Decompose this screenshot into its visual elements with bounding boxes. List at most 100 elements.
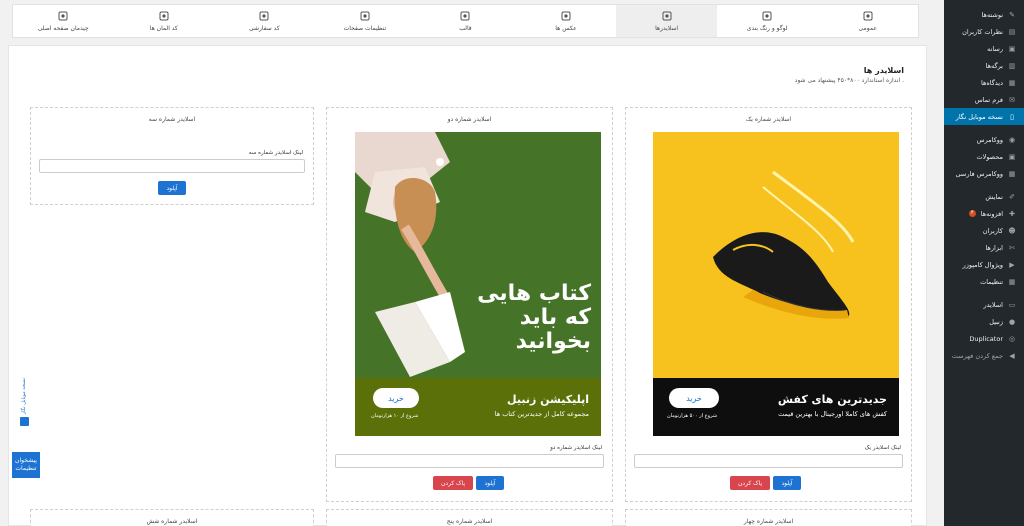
tab-label: چیدمان صفحه اصلی xyxy=(37,24,89,32)
layout-icon xyxy=(58,11,69,22)
clear-button[interactable]: پاک کردن xyxy=(433,476,473,490)
link-label: لینک اسلایدر شماره دو xyxy=(550,445,602,451)
scroll-gutter xyxy=(930,0,944,526)
page-icon: ▥ xyxy=(1008,61,1016,70)
tab-label: عمومی xyxy=(858,24,877,32)
mobile-version-side-link[interactable]: نسخه موبایل نگار xyxy=(14,378,34,448)
sidebar-item-16[interactable]: ▶ ویژوال کامپوزر xyxy=(944,256,1024,273)
banner-price: شروع از ۵۰۰ هزارتومان xyxy=(667,413,718,419)
settings-tab-bar: عمومی لوگو و رنگ بندی اسلایدرها عکس ها قالب ت… xyxy=(12,4,919,38)
sidebar-item-2[interactable]: ▣ رسانه xyxy=(944,40,1024,57)
banner-description: مجموعه کامل از جدیدترین کتاب ها xyxy=(494,410,589,418)
tab-2[interactable]: اسلایدرها xyxy=(616,5,717,37)
tab-4[interactable]: قالب xyxy=(415,5,516,37)
sidebar-item-label: دیدگاه‌ها xyxy=(980,78,1003,87)
slider-image-2[interactable]: کتاب هایی که باید بخوانید اپلیکیشن زنبیل… xyxy=(355,132,601,436)
sidebar-item-6[interactable]: ▯ نسخه موبایل نگار xyxy=(944,108,1024,125)
tab-8[interactable]: چیدمان صفحه اصلی xyxy=(13,5,114,37)
sidebar-item-13[interactable]: ✚ افزونه‌ها ۴ xyxy=(944,205,1024,222)
sidebar-item-label: فرم تماس xyxy=(974,95,1003,104)
slider-link-input-3[interactable] xyxy=(39,159,305,173)
banner-heading: جدیدترین های کفش xyxy=(777,393,887,406)
active-menu-arrow xyxy=(939,112,944,122)
slider-slot-2: اسلایدر شماره دو کتاب هایی که باید بخوان… xyxy=(326,107,613,502)
tab-label: لوگو و رنگ بندی xyxy=(746,24,788,32)
bucket-icon xyxy=(762,11,773,22)
sidebar-item-9[interactable]: ▣ محصولات xyxy=(944,148,1024,165)
sidebar-item-label: نوشته‌ها xyxy=(981,10,1003,19)
sidebar-item-label: نمایش xyxy=(985,192,1003,201)
comments-icon: ▦ xyxy=(1008,78,1016,87)
slider-image-1[interactable]: جدیدترین های کفش کفش های کاملا اورجینال … xyxy=(653,132,899,436)
tab-label: کد المان ها xyxy=(149,24,178,32)
update-count-badge: ۴ xyxy=(968,210,976,217)
sidebar-item-label: ابزارها xyxy=(985,243,1003,252)
sidebar-item-label: تنظیمات xyxy=(980,277,1003,286)
tab-0[interactable]: عمومی xyxy=(817,5,918,37)
mail-icon: ✉ xyxy=(1009,95,1015,104)
sidebar-item-20[interactable]: ● زنبیل xyxy=(944,313,1024,330)
sidebar-item-label: نظرات کاربران xyxy=(962,27,1003,36)
float-line-2: تنظیمات xyxy=(15,465,37,472)
box-icon: ▣ xyxy=(1008,152,1016,161)
sidebar-item-21[interactable]: ◎ Duplicator xyxy=(944,330,1024,347)
layers-icon xyxy=(862,11,873,22)
sidebar-item-12[interactable]: ✐ نمایش xyxy=(944,188,1024,205)
sidebar-item-label: زنبیل xyxy=(989,317,1003,326)
slider-icon: ▭ xyxy=(1008,300,1016,309)
tab-7[interactable]: کد المان ها xyxy=(114,5,215,37)
slot-title: اسلایدر شماره شش xyxy=(146,518,198,525)
tab-3[interactable]: عکس ها xyxy=(516,5,617,37)
link-label: لینک اسلایدر یک xyxy=(864,445,901,451)
settings-icon: ▦ xyxy=(1008,277,1016,286)
sidebar-item-15[interactable]: ✄ ابزارها xyxy=(944,239,1024,256)
comment-icon: ▤ xyxy=(1008,27,1016,36)
slider-slot-4: اسلایدر شماره چهار xyxy=(625,509,912,526)
gear-icon xyxy=(158,11,169,22)
slider-link-input-2[interactable] xyxy=(335,454,604,468)
image-icon xyxy=(661,11,672,22)
coin-icon: ● xyxy=(1008,317,1016,326)
banner-big-line-2: که باید xyxy=(519,305,591,330)
tab-label: تنظیمات صفحات xyxy=(343,24,387,32)
banner-big-line-1: کتاب هایی xyxy=(477,281,591,306)
tab-label: اسلایدرها xyxy=(655,24,679,32)
upload-button[interactable]: آپلود xyxy=(773,476,801,490)
sidebar-item-label: کاربران xyxy=(982,226,1003,235)
sidebar-item-0[interactable]: ✎ نوشته‌ها xyxy=(944,6,1024,23)
upload-button[interactable]: آپلود xyxy=(476,476,504,490)
sidebar-item-4[interactable]: ▦ دیدگاه‌ها xyxy=(944,74,1024,91)
woo-fa-icon: ▦ xyxy=(1008,169,1016,178)
sidebar-item-19[interactable]: ▭ اسلایدر xyxy=(944,296,1024,313)
slot-title: اسلایدر شماره یک xyxy=(745,116,792,123)
shoe-photo xyxy=(653,132,899,378)
sidebar-item-label: ویژوال کامپوزر xyxy=(962,260,1003,269)
tab-label: قالب xyxy=(459,24,472,32)
sidebar-item-label: ووکامرس فارسی xyxy=(955,169,1003,178)
upload-button[interactable]: آپلود xyxy=(158,181,186,195)
sidebar-item-label: برگه‌ها xyxy=(985,61,1003,70)
slider-link-input-1[interactable] xyxy=(634,454,903,468)
sidebar-item-10[interactable]: ▦ ووکامرس فارسی xyxy=(944,165,1024,182)
side-link-text: نسخه موبایل نگار xyxy=(21,378,27,415)
sidebar-item-label: نسخه موبایل نگار xyxy=(955,112,1003,121)
sidebar-item-5[interactable]: ✉ فرم تماس xyxy=(944,91,1024,108)
tab-6[interactable]: کد سفارشی xyxy=(214,5,315,37)
dashboard-settings-button[interactable]: پیشخوان تنظیمات xyxy=(12,452,40,478)
tab-1[interactable]: لوگو و رنگ بندی xyxy=(717,5,818,37)
sidebar-item-label: جمع کردن فهرست xyxy=(951,351,1003,360)
sidebar-item-8[interactable]: ◉ ووکامرس xyxy=(944,131,1024,148)
sliders-panel: اسلایدر ها اندازه استاندارد ۸۰۰*۴۵۰ پیشن… xyxy=(8,45,927,526)
sidebar-item-label: اسلایدر xyxy=(983,300,1004,309)
slider-slot-5: اسلایدر شماره پنج xyxy=(326,509,613,526)
sidebar-item-1[interactable]: ▤ نظرات کاربران xyxy=(944,23,1024,40)
wrench-icon: ✄ xyxy=(1009,243,1015,252)
clear-button[interactable]: پاک کردن xyxy=(730,476,770,490)
sidebar-item-17[interactable]: ▦ تنظیمات xyxy=(944,273,1024,290)
banner-price: شروع از ۱۰ هزارتومان xyxy=(371,413,419,419)
sidebar-item-14[interactable]: ☻ کاربران xyxy=(944,222,1024,239)
slot-title: اسلایدر شماره دو xyxy=(447,116,492,123)
tab-5[interactable]: تنظیمات صفحات xyxy=(315,5,416,37)
sidebar-item-22[interactable]: ◀ جمع کردن فهرست xyxy=(944,347,1024,364)
sidebar-item-3[interactable]: ▥ برگه‌ها xyxy=(944,57,1024,74)
